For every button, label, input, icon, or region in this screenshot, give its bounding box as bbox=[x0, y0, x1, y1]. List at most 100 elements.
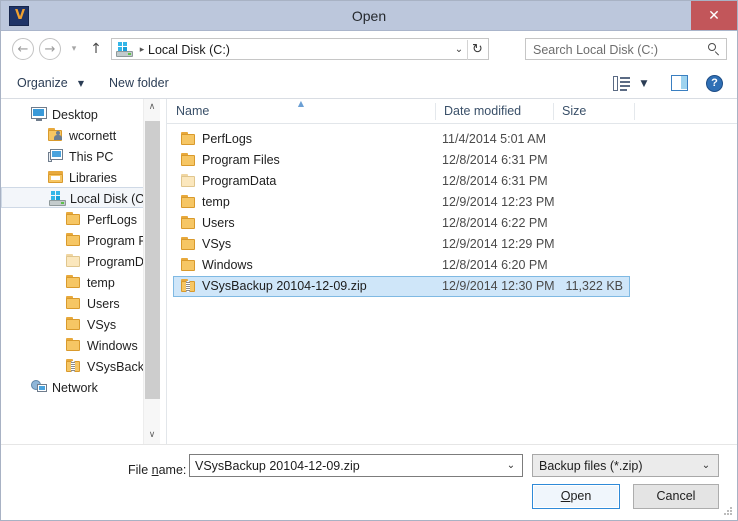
sidebar-item-label: temp bbox=[87, 276, 115, 290]
table-row[interactable]: ProgramData 12/8/2014 6:31 PM bbox=[167, 171, 737, 192]
sidebar-item-desktop[interactable]: Desktop bbox=[1, 104, 144, 125]
resize-grip[interactable] bbox=[723, 506, 734, 517]
sidebar-item-label: This PC bbox=[69, 150, 114, 164]
network-icon bbox=[31, 380, 47, 394]
open-file-dialog: V Open ✕ ← → ▾ ↑ ▸ Local Disk (C:) ⌄ ↻ S… bbox=[0, 0, 738, 521]
column-header-row: Name ▲ Date modified Size bbox=[167, 99, 737, 124]
file-type-select[interactable]: Backup files (*.zip) ⌄ bbox=[532, 454, 719, 477]
sidebar-item-windows[interactable]: Windows bbox=[1, 335, 144, 356]
refresh-icon[interactable]: ↻ bbox=[469, 41, 486, 59]
size-cell bbox=[547, 131, 623, 148]
address-bar[interactable]: ▸ Local Disk (C:) ⌄ ↻ bbox=[111, 38, 489, 60]
organize-button[interactable]: Organize bbox=[17, 74, 68, 93]
zip-icon bbox=[181, 279, 197, 293]
table-row[interactable]: temp 12/9/2014 12:23 PM bbox=[167, 192, 737, 213]
recent-locations-icon[interactable]: ▾ bbox=[67, 44, 81, 54]
sidebar-item-label: VSys bbox=[87, 318, 117, 332]
sidebar-item-wcornett[interactable]: wcornett bbox=[1, 125, 144, 146]
computer-icon bbox=[48, 149, 64, 163]
chevron-down-icon[interactable]: ⌄ bbox=[452, 42, 466, 58]
table-row[interactable]: Users 12/8/2014 6:22 PM bbox=[167, 213, 737, 234]
folder-hidden-icon bbox=[181, 174, 197, 188]
sidebar-item-vsys[interactable]: VSys bbox=[1, 314, 144, 335]
local-disk-icon bbox=[49, 191, 66, 206]
table-row[interactable]: VSysBackup 20104-12-09.zip 12/9/2014 12:3… bbox=[167, 276, 737, 297]
folder-icon bbox=[66, 212, 82, 226]
size-cell bbox=[547, 152, 623, 169]
sidebar-item-perflogs[interactable]: PerfLogs bbox=[1, 209, 144, 230]
title-bar: V Open ✕ bbox=[1, 1, 737, 31]
local-disk-icon bbox=[49, 191, 66, 206]
chevron-down-icon[interactable]: ▼ bbox=[638, 80, 650, 89]
date-modified-cell: 12/9/2014 12:30 PM bbox=[442, 279, 555, 293]
file-name-input[interactable]: VSysBackup 20104-12-09.zip ⌄ bbox=[189, 454, 523, 477]
chevron-down-icon[interactable]: ⌄ bbox=[700, 459, 712, 473]
table-row[interactable]: Windows 12/8/2014 6:20 PM bbox=[167, 255, 737, 276]
table-row[interactable]: VSys 12/9/2014 12:29 PM bbox=[167, 234, 737, 255]
scrollbar-thumb[interactable] bbox=[145, 121, 160, 399]
sidebar-item-label: wcornett bbox=[69, 129, 117, 143]
scroll-down-icon[interactable]: ∨ bbox=[144, 427, 160, 444]
sidebar-scrollbar[interactable]: ∧ ∨ bbox=[143, 99, 160, 444]
sidebar-item-vsysbackup[interactable]: VSysBackup bbox=[1, 356, 158, 377]
navigation-bar: ← → ▾ ↑ ▸ Local Disk (C:) ⌄ ↻ Search Loc… bbox=[1, 31, 737, 68]
zip-icon bbox=[66, 359, 82, 374]
search-input[interactable]: Search Local Disk (C:) bbox=[525, 38, 727, 60]
table-row[interactable]: Program Files 12/8/2014 6:31 PM bbox=[167, 150, 737, 171]
sidebar-item-this-pc[interactable]: This PC bbox=[1, 146, 144, 167]
column-divider[interactable] bbox=[553, 103, 554, 120]
sidebar-item-label: Desktop bbox=[52, 108, 98, 122]
chevron-down-icon[interactable]: ⌄ bbox=[505, 459, 517, 473]
open-button[interactable]: Open bbox=[532, 484, 620, 509]
file-name-value: VSysBackup 20104-12-09.zip bbox=[195, 459, 360, 473]
sidebar-item-label: Libraries bbox=[69, 171, 117, 185]
up-button[interactable]: ↑ bbox=[87, 40, 105, 58]
sidebar-item-label: ProgramDa bbox=[87, 255, 151, 269]
column-divider[interactable] bbox=[634, 103, 635, 120]
folder-icon bbox=[66, 317, 82, 332]
table-row[interactable]: PerfLogs 11/4/2014 5:01 AM bbox=[167, 129, 737, 150]
zip-icon bbox=[66, 359, 82, 373]
folder-icon bbox=[66, 296, 82, 311]
sidebar-item-label: Windows bbox=[87, 339, 138, 353]
sidebar-item-local-disk-c[interactable]: Local Disk (C:) bbox=[1, 187, 153, 208]
sidebar-item-users[interactable]: Users bbox=[1, 293, 144, 314]
folder-icon bbox=[66, 233, 82, 247]
sidebar-item-label: PerfLogs bbox=[87, 213, 138, 227]
sidebar-item-network[interactable]: Network bbox=[1, 377, 144, 398]
chevron-down-icon[interactable]: ▼ bbox=[76, 80, 86, 88]
folder-icon bbox=[66, 338, 82, 352]
preview-pane-icon[interactable] bbox=[671, 75, 688, 91]
column-header-size[interactable]: Size bbox=[553, 99, 634, 123]
size-cell bbox=[547, 215, 623, 232]
help-icon[interactable]: ? bbox=[706, 75, 723, 92]
breadcrumb-separator: ▸ bbox=[139, 45, 145, 55]
breadcrumb-path[interactable]: Local Disk (C:) bbox=[148, 41, 230, 59]
cancel-button[interactable]: Cancel bbox=[633, 484, 719, 509]
column-divider[interactable] bbox=[435, 103, 436, 120]
sidebar-item-label: Program Fi bbox=[87, 234, 149, 248]
libraries-icon bbox=[48, 170, 64, 184]
command-bar: Organize ▼ New folder ▼ ? bbox=[1, 68, 737, 99]
folder-icon bbox=[181, 216, 197, 230]
file-name-cell: VSys bbox=[202, 237, 232, 251]
user-folder-icon bbox=[48, 128, 64, 143]
date-modified-cell: 12/8/2014 6:20 PM bbox=[442, 258, 548, 272]
sidebar-item-libraries[interactable]: Libraries bbox=[1, 167, 144, 188]
scroll-up-icon[interactable]: ∧ bbox=[144, 99, 160, 116]
forward-button[interactable]: → bbox=[39, 38, 61, 60]
zip-icon bbox=[181, 279, 197, 293]
sidebar-item-programda[interactable]: ProgramDa bbox=[1, 251, 151, 272]
file-name-cell: Users bbox=[202, 216, 235, 230]
close-icon[interactable]: ✕ bbox=[691, 1, 737, 30]
date-modified-cell: 12/9/2014 12:23 PM bbox=[442, 195, 555, 209]
new-folder-button[interactable]: New folder bbox=[109, 74, 169, 93]
file-name-cell: temp bbox=[202, 195, 230, 209]
sidebar-item-program-fi[interactable]: Program Fi bbox=[1, 230, 149, 251]
back-button[interactable]: ← bbox=[12, 38, 34, 60]
view-options-icon[interactable] bbox=[613, 76, 631, 91]
monitor-icon bbox=[31, 107, 47, 122]
sidebar-item-temp[interactable]: temp bbox=[1, 272, 144, 293]
computer-icon bbox=[48, 149, 64, 164]
column-header-date-modified[interactable]: Date modified bbox=[435, 99, 553, 123]
